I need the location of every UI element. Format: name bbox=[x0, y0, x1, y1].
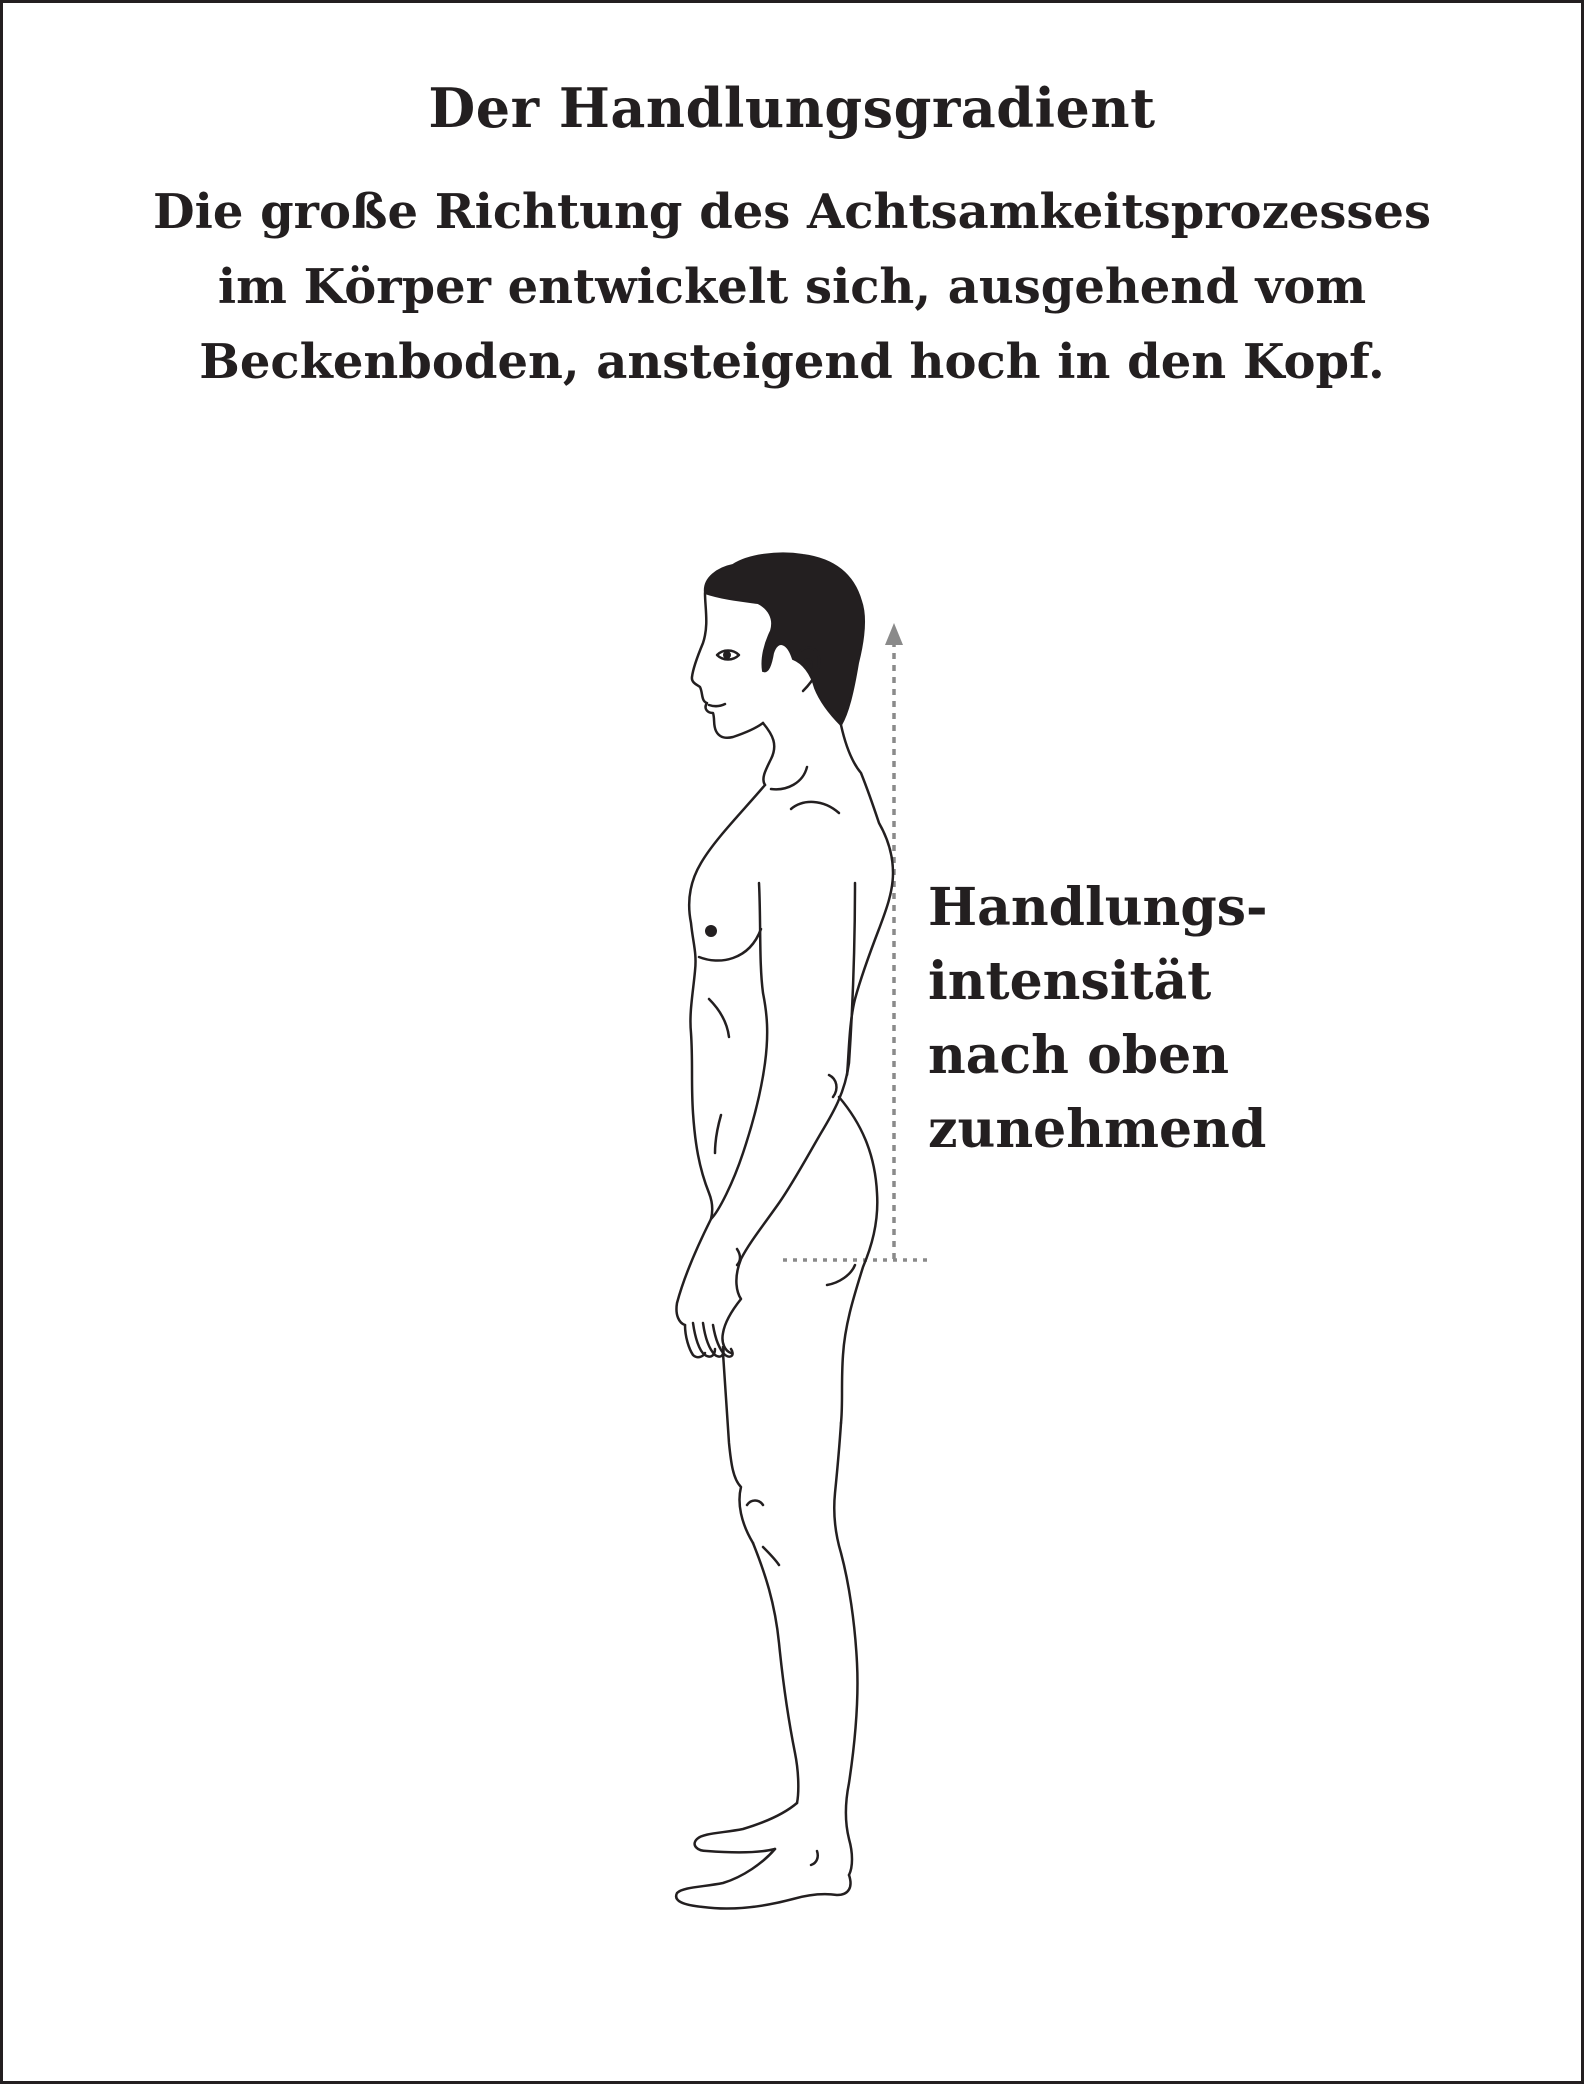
back-outline bbox=[839, 723, 895, 1077]
hand-icon bbox=[683, 1321, 734, 1359]
intensity-label-line: zunehmend bbox=[928, 1099, 1267, 1160]
mouth-line bbox=[707, 702, 727, 708]
page: Der Handlungsgradient Die große Richtung… bbox=[0, 0, 1584, 2084]
arrow-head-icon bbox=[885, 623, 903, 645]
thigh-front bbox=[721, 1351, 755, 1545]
elbow-line bbox=[827, 1073, 838, 1099]
abdomen-line bbox=[707, 997, 731, 1039]
nipple-icon bbox=[705, 925, 717, 937]
foot-rear-icon bbox=[693, 1801, 799, 1854]
intensity-label-line: Handlungs- bbox=[928, 877, 1268, 938]
knee-line bbox=[745, 1499, 765, 1507]
foot-front-icon bbox=[674, 1847, 852, 1910]
knee-crease bbox=[761, 1545, 781, 1567]
intensity-label-line: nach oben bbox=[928, 1025, 1230, 1086]
hip-line bbox=[713, 1113, 723, 1155]
arm-front bbox=[675, 881, 769, 1327]
chest-outline bbox=[687, 783, 767, 1221]
shin-front bbox=[751, 1541, 800, 1805]
intensity-label: Handlungs- intensität nach oben zunehmen… bbox=[928, 871, 1268, 1167]
pupil-icon bbox=[723, 651, 731, 659]
intensity-label-line: intensität bbox=[928, 951, 1212, 1012]
wrist-line bbox=[735, 1247, 742, 1267]
gluteal-fold bbox=[825, 1263, 857, 1287]
human-figure-diagram bbox=[674, 552, 931, 1910]
collarbone-line bbox=[769, 765, 809, 791]
intensity-arrow bbox=[885, 623, 903, 1259]
leg-back bbox=[833, 1421, 859, 1877]
shoulder-line bbox=[789, 800, 841, 815]
neck-front bbox=[761, 721, 776, 787]
face-outline bbox=[690, 591, 765, 739]
hair-icon bbox=[703, 552, 866, 727]
ankle-line bbox=[809, 1849, 819, 1867]
standing-human-icon bbox=[674, 552, 895, 1910]
